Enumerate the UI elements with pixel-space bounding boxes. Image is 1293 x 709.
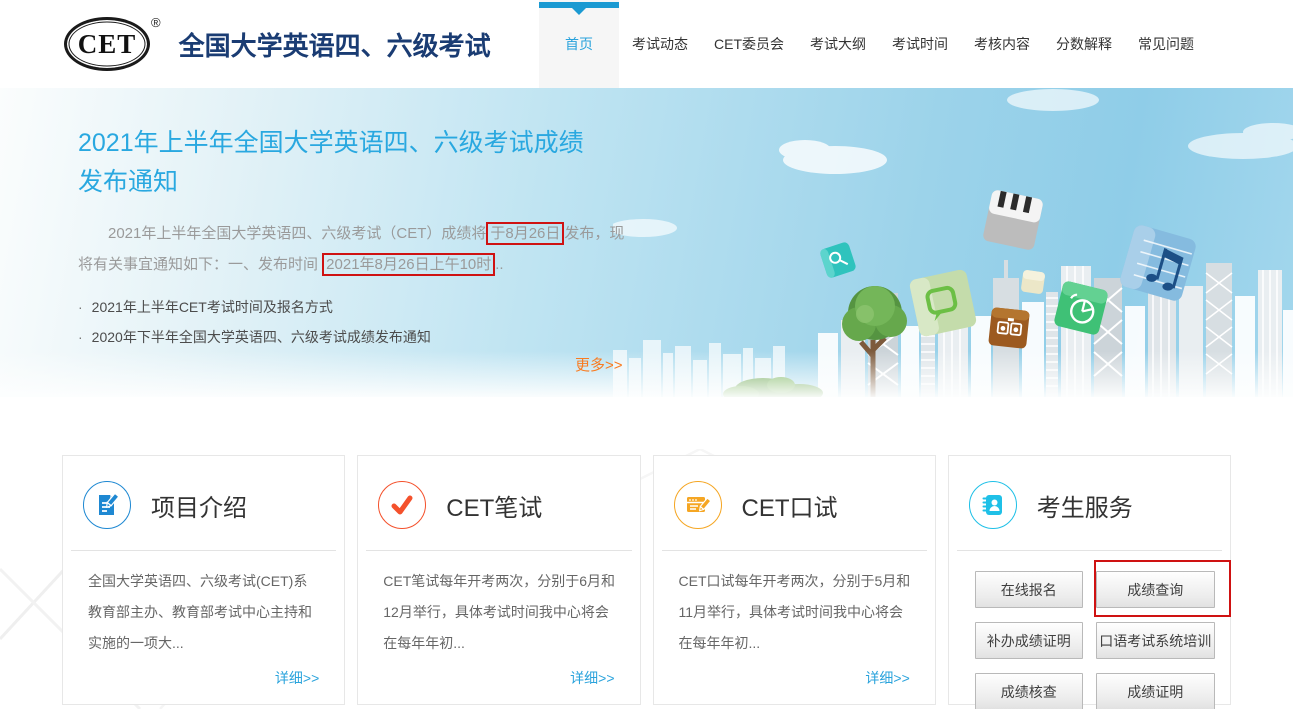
reissue-score-certificate-button[interactable]: 补办成绩证明 [975, 622, 1083, 659]
banner-content: 2021年上半年全国大学英语四、六级考试成绩发布通知 2021年上半年全国大学英… [78, 124, 638, 352]
page: CET ® 全国大学英语四、六级考试 首页 考试动态 CET委员会 考试大纲 考… [0, 0, 1293, 709]
detail-link-written-test[interactable]: 详细>> [570, 668, 614, 688]
cloud-icon [613, 89, 1293, 237]
detail-link-project-intro[interactable]: 详细>> [275, 668, 319, 688]
card-title: 项目介绍 [151, 488, 247, 523]
card-body-text: 全国大学英语四、六级考试(CET)系教育部主办、教育部考试中心主持和实施的一项大… [63, 551, 344, 659]
nav-item-exam-outline[interactable]: 考试大纲 [797, 0, 879, 88]
card-head: 项目介绍 [63, 456, 344, 550]
score-certificate-button[interactable]: 成绩证明 [1096, 673, 1215, 709]
news-item-label: 2021年上半年CET考试时间及报名方式 [92, 299, 333, 315]
bullet-dot: · [78, 329, 83, 345]
browser-pen-icon [674, 481, 722, 529]
highlighted-date-1: 于8月26日 [486, 222, 564, 245]
nav-item-cet-committee[interactable]: CET委员会 [701, 0, 797, 88]
intro-text: .. [495, 256, 503, 273]
online-registration-button[interactable]: 在线报名 [975, 571, 1083, 608]
card-project-intro: 项目介绍 全国大学英语四、六级考试(CET)系教育部主办、教育部考试中心主持和实… [62, 455, 345, 705]
card-head: CET笔试 [358, 456, 639, 550]
cards-section: 项目介绍 全国大学英语四、六级考试(CET)系教育部主办、教育部考试中心主持和实… [0, 455, 1293, 705]
cet-logo-oval-icon: CET [64, 17, 150, 71]
highlighted-date-2: 2021年8月26日上午10时 [322, 253, 495, 276]
main-nav: 首页 考试动态 CET委员会 考试大纲 考试时间 考核内容 分数解释 常见问题 [539, 0, 1293, 88]
speech-bubble-cube-icon [909, 269, 978, 338]
card-title: 考生服务 [1037, 488, 1133, 523]
services-button-grid: 在线报名 成绩查询 补办成绩证明 口语考试系统培训 成绩核查 成绩证明 [949, 551, 1230, 709]
more-link[interactable]: 更多>> [575, 354, 623, 375]
news-item-label: 2020年下半年全国大学英语四、六级考试成绩发布通知 [92, 329, 431, 345]
score-query-button[interactable]: 成绩查询 [1096, 571, 1215, 608]
hero-banner: 2021年上半年全国大学英语四、六级考试成绩发布通知 2021年上半年全国大学英… [0, 88, 1293, 397]
nav-item-score-explanation[interactable]: 分数解释 [1043, 0, 1125, 88]
banner-notice-title[interactable]: 2021年上半年全国大学英语四、六级考试成绩发布通知 [78, 124, 603, 202]
registered-trademark-icon: ® [151, 15, 161, 30]
news-item-score-release[interactable]: · 2020年下半年全国大学英语四、六级考试成绩发布通知 [78, 322, 638, 352]
card-cet-oral-test: CET口试 CET口试每年开考两次，分别于5月和11月举行，具体考试时间我中心将… [653, 455, 936, 705]
site-header: CET ® 全国大学英语四、六级考试 首页 考试动态 CET委员会 考试大纲 考… [0, 0, 1293, 88]
card-candidate-services: 考生服务 在线报名 成绩查询 补办成绩证明 口语考试系统培训 成绩核查 成绩证明 [948, 455, 1231, 705]
bullet-dot: · [78, 299, 83, 315]
news-item-exam-time[interactable]: · 2021年上半年CET考试时间及报名方式 [78, 292, 638, 322]
nav-item-exam-time[interactable]: 考试时间 [879, 0, 961, 88]
banner-illustration [613, 88, 1293, 397]
card-cet-written-test: CET笔试 CET笔试每年开考两次，分别于6月和12月举行，具体考试时间我中心将… [357, 455, 640, 705]
piano-cube-icon [982, 189, 1044, 251]
card-title: CET笔试 [446, 488, 542, 523]
card-head: 考生服务 [949, 456, 1230, 550]
small-cube-icon [1021, 270, 1046, 295]
cet-logo-text: CET [78, 29, 137, 60]
card-title: CET口试 [742, 488, 838, 523]
contact-book-icon [969, 481, 1017, 529]
banner-notice-excerpt: 2021年上半年全国大学英语四、六级考试（CET）成绩将于8月26日发布，现将有… [78, 218, 626, 280]
card-head: CET口试 [654, 456, 935, 550]
card-body-text: CET口试每年开考两次，分别于5月和11月举行，具体考试时间我中心将会在每年年初… [654, 551, 935, 659]
score-query-wrap: 成绩查询 [1096, 571, 1215, 608]
card-body-text: CET笔试每年开考两次，分别于6月和12月举行，具体考试时间我中心将会在每年年初… [358, 551, 639, 659]
checkmark-icon [378, 481, 426, 529]
detail-link-oral-test[interactable]: 详细>> [865, 668, 909, 688]
nav-item-exam-content[interactable]: 考核内容 [961, 0, 1043, 88]
cet-logo[interactable]: CET ® [64, 17, 161, 71]
camera-cube-icon [988, 307, 1030, 349]
nav-item-exam-news[interactable]: 考试动态 [619, 0, 701, 88]
intro-text: 2021年上半年全国大学英语四、六级考试（CET）成绩将 [108, 225, 486, 242]
nav-item-faq[interactable]: 常见问题 [1125, 0, 1207, 88]
cloud-icon [779, 140, 887, 174]
score-verification-button[interactable]: 成绩核查 [975, 673, 1083, 709]
magnifier-cube-icon [819, 241, 857, 279]
site-title: 全国大学英语四、六级考试 [179, 26, 491, 63]
news-list: · 2021年上半年CET考试时间及报名方式 · 2020年下半年全国大学英语四、六… [78, 292, 638, 352]
nav-item-home[interactable]: 首页 [539, 0, 619, 88]
oral-test-system-training-button[interactable]: 口语考试系统培训 [1096, 622, 1215, 659]
document-pen-icon [83, 481, 131, 529]
